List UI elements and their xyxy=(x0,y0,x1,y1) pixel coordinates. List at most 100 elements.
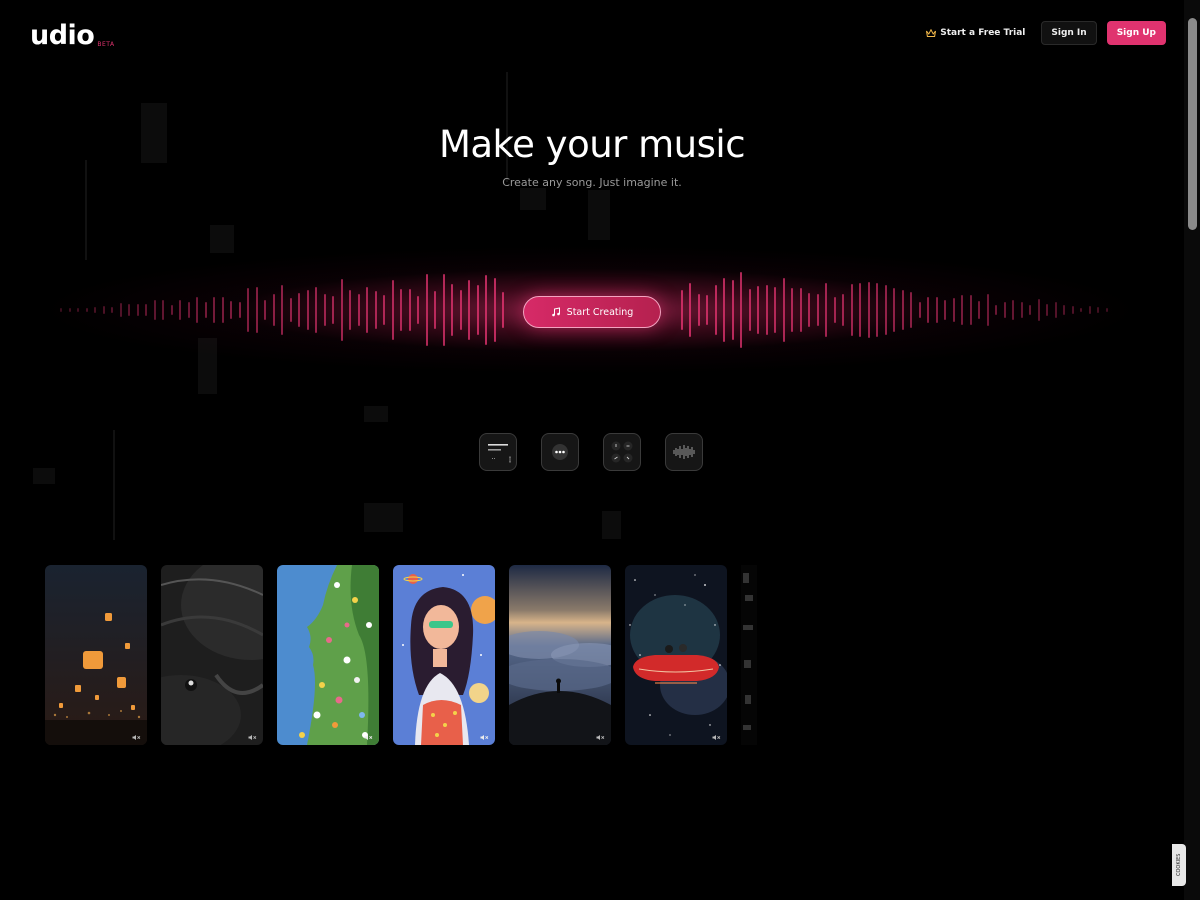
waveform-bar xyxy=(680,289,683,331)
logo-wordmark: udio xyxy=(30,20,95,51)
example-card-space-girl[interactable] xyxy=(393,565,495,745)
logo[interactable]: udio BETA xyxy=(30,22,115,49)
waveform-bar xyxy=(442,273,445,347)
waveform-bar xyxy=(187,302,190,318)
waveform-bar xyxy=(349,289,351,331)
flower-face-artwork xyxy=(277,565,379,745)
mute-icon[interactable] xyxy=(248,734,257,741)
scrollbar-thumb[interactable] xyxy=(1188,18,1197,230)
space-girl-artwork xyxy=(393,565,495,745)
waveform-bar xyxy=(179,299,181,320)
waveform-bar xyxy=(136,303,139,317)
waveform-bar xyxy=(357,293,360,327)
audio-waveform-icon xyxy=(673,445,695,459)
feature-icons xyxy=(479,433,703,471)
mute-icon[interactable] xyxy=(364,734,373,741)
waveform-bar xyxy=(1088,306,1091,314)
waveform-bar xyxy=(723,278,725,342)
sign-up-button[interactable]: Sign Up xyxy=(1106,21,1166,45)
waveform-bar xyxy=(910,292,912,328)
waveform-bar xyxy=(1046,303,1048,317)
example-cards xyxy=(45,565,757,745)
waveform-bar xyxy=(272,294,275,326)
audio-waveform-button[interactable] xyxy=(665,433,703,471)
bg-decoration xyxy=(364,406,388,422)
waveform-bar xyxy=(485,275,487,345)
sign-in-button[interactable]: Sign In xyxy=(1041,21,1097,45)
waveform-bar xyxy=(1037,299,1040,321)
waveform-bar xyxy=(196,296,198,324)
waveform-bar xyxy=(111,307,113,313)
waveform-bar xyxy=(935,297,938,323)
waveform-bar xyxy=(145,304,147,316)
waveform-bar xyxy=(408,289,411,331)
waveform-bar xyxy=(799,288,802,332)
controls-icon xyxy=(611,441,633,463)
waveform-bar xyxy=(748,288,751,332)
bg-decoration xyxy=(520,188,546,210)
waveform-bar xyxy=(374,290,377,329)
mute-icon[interactable] xyxy=(596,734,605,741)
waveform-bar xyxy=(85,308,88,312)
waveform-bar xyxy=(884,285,887,335)
vinyl-artwork xyxy=(161,565,263,745)
waveform-bar xyxy=(1071,305,1074,315)
waveform-bar xyxy=(706,295,708,325)
waveform-bar xyxy=(400,289,402,331)
example-card-lanterns[interactable] xyxy=(45,565,147,745)
waveform-bar xyxy=(204,302,207,318)
waveform-bar xyxy=(714,285,717,335)
controls-button[interactable] xyxy=(603,433,641,471)
mute-icon[interactable] xyxy=(712,734,721,741)
waveform-bar xyxy=(1003,301,1006,319)
waveform-bar xyxy=(833,296,836,324)
waveform-bar xyxy=(502,291,504,328)
waveform-bar xyxy=(298,293,300,327)
bg-decoration xyxy=(33,468,55,484)
waveform-bar xyxy=(765,285,768,335)
waveform-bar xyxy=(1012,300,1014,320)
waveform-bar xyxy=(697,293,700,327)
space-car-artwork xyxy=(625,565,727,745)
start-creating-button[interactable]: Start Creating xyxy=(523,296,661,328)
example-card-partial[interactable] xyxy=(741,565,757,745)
waveform-bar xyxy=(459,290,462,330)
page: udio BETA Start a Free Trial Sign In Sig… xyxy=(0,0,1200,900)
waveform-bar xyxy=(995,304,997,316)
waveform-bar xyxy=(102,306,105,314)
start-free-trial-button[interactable]: Start a Free Trial xyxy=(920,22,1031,44)
waveform-bar xyxy=(782,277,785,343)
waveform-bar xyxy=(68,308,71,312)
waveform-bar xyxy=(901,290,904,330)
mute-icon[interactable] xyxy=(132,734,141,741)
waveform-bar xyxy=(961,294,963,326)
example-card-clouds[interactable] xyxy=(509,565,611,745)
crown-icon xyxy=(926,28,937,37)
waveform-bar xyxy=(927,297,929,323)
text-prompt-button[interactable] xyxy=(479,433,517,471)
waveform-bar xyxy=(230,300,232,320)
cookies-tab[interactable]: COOKIES xyxy=(1172,844,1186,886)
waveform-bar xyxy=(281,284,283,336)
waveform-bar xyxy=(1054,302,1057,318)
example-card-flower-face[interactable] xyxy=(277,565,379,745)
waveform-bar xyxy=(969,294,972,326)
example-card-vinyl[interactable] xyxy=(161,565,263,745)
hero-subtitle: Create any song. Just imagine it. xyxy=(502,176,682,189)
waveform-bar xyxy=(315,287,317,333)
waveform-bar xyxy=(128,303,130,317)
bg-decoration xyxy=(113,430,115,540)
more-options-button[interactable] xyxy=(541,433,579,471)
music-note-icon xyxy=(551,307,560,317)
example-card-space-car[interactable] xyxy=(625,565,727,745)
waveform-bar xyxy=(94,307,96,313)
waveform-bar xyxy=(876,283,878,337)
header-nav: Start a Free Trial Sign In Sign Up xyxy=(920,21,1166,45)
mute-icon[interactable] xyxy=(480,734,489,741)
waveform-bar xyxy=(918,301,921,319)
waveform-bar xyxy=(425,273,428,347)
waveform-bar xyxy=(332,296,334,324)
waveform-bar xyxy=(153,299,156,321)
waveform-bar xyxy=(255,287,258,333)
waveform-bar xyxy=(944,299,946,321)
